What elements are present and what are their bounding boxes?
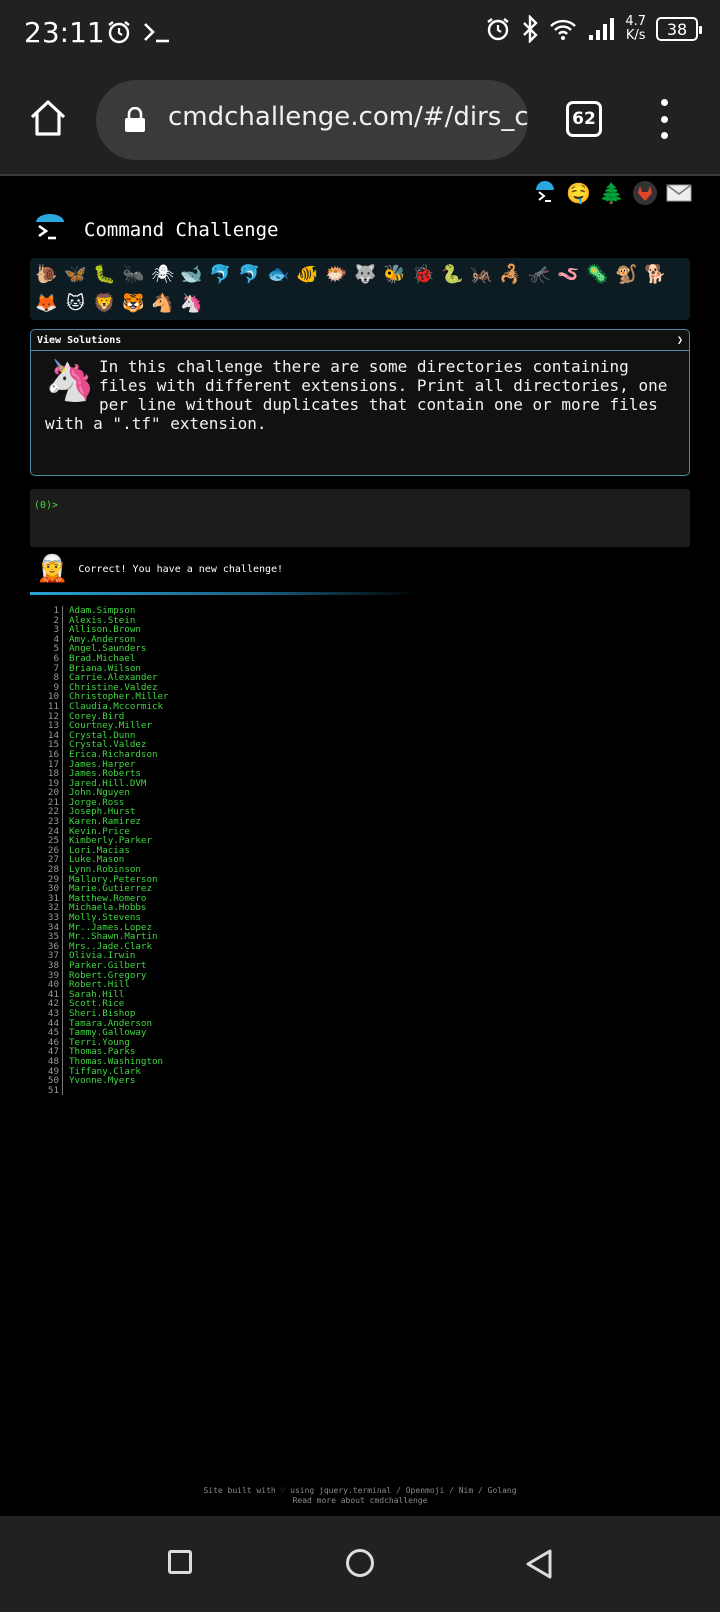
challenge-badge[interactable]: 🦠 xyxy=(585,261,610,288)
tab-count: 62 xyxy=(572,109,596,129)
terminal-icon xyxy=(144,23,169,43)
battery-level: 38 xyxy=(666,19,688,39)
challenge-badge[interactable]: 🦂 xyxy=(498,261,523,288)
signal-icon xyxy=(589,18,615,40)
mail-icon[interactable] xyxy=(666,183,692,203)
challenge-badge[interactable]: 🐱 xyxy=(63,290,88,317)
challenge-badge[interactable]: 🐬 xyxy=(237,261,262,288)
result-message: Correct! You have a new challenge! xyxy=(78,563,284,575)
home-nav-button[interactable] xyxy=(346,1549,374,1577)
challenge-badge[interactable]: 🐕 xyxy=(643,261,668,288)
challenge-badge[interactable]: 🐋 xyxy=(179,261,204,288)
challenge-badge[interactable]: 🦄 xyxy=(179,290,204,317)
back-button[interactable] xyxy=(524,1548,554,1580)
alarm-icon xyxy=(108,21,130,44)
gitlab-icon[interactable] xyxy=(632,180,658,206)
challenge-badge[interactable]: 🐝 xyxy=(382,261,407,288)
site-title: Command Challenge xyxy=(84,219,279,241)
challenge-description: 🦄 In this challenge there are some direc… xyxy=(31,351,689,433)
alarm-icon xyxy=(487,18,510,41)
challenge-badge[interactable]: 🦋 xyxy=(63,261,88,288)
result-divider xyxy=(30,592,420,595)
drooling-face-icon[interactable]: 🤤 xyxy=(566,180,591,206)
challenge-badge[interactable]: 🕷 xyxy=(150,261,175,288)
line-number: 51 xyxy=(46,1086,63,1096)
challenge-badge[interactable]: 🐒 xyxy=(614,261,639,288)
output-line: 51 xyxy=(46,1086,169,1096)
system-nav-bar xyxy=(0,1516,720,1612)
challenge-badge[interactable]: 🦁 xyxy=(92,290,117,317)
status-time: 23:11 xyxy=(24,16,105,49)
output-text: Yvonne.Myers xyxy=(69,1075,136,1087)
tree-icon[interactable]: 🌲 xyxy=(599,180,624,206)
challenge-text: In this challenge there are some directo… xyxy=(45,357,668,433)
browser-menu-button[interactable] xyxy=(654,99,674,139)
status-right-icons: 4.7 K/s 38 xyxy=(485,15,702,43)
footer-credits: Site built with ♡ using jquery.terminal … xyxy=(203,1486,517,1495)
status-left-icons xyxy=(106,19,172,45)
challenge-badge[interactable]: 🐴 xyxy=(150,290,175,317)
url-text: cmdchallenge.com/#/dirs_co xyxy=(168,102,528,132)
battery-indicator: 38 xyxy=(656,17,702,41)
page-content: 🤤 🌲 Command Challenge 🐌 🦋 🐛 🐜 🕷 🐋 🐬 🐬 🐟 🐠 🐡 🐺 🐝 🐞 🐍 🦗 🦂 🦟… xyxy=(0,178,720,1516)
terminal-icon[interactable] xyxy=(532,180,558,206)
command-output: 1 Adam.Simpson 2 Alexis.Stein 3 Allison.Brown… xyxy=(46,606,169,1096)
home-button[interactable] xyxy=(28,98,68,138)
challenge-badge[interactable]: 🪱 xyxy=(556,261,581,288)
challenge-badge[interactable]: 🐠 xyxy=(295,261,320,288)
wifi-icon xyxy=(550,19,577,40)
command-logo-icon xyxy=(36,214,64,240)
challenge-badge[interactable]: 🐟 xyxy=(266,261,291,288)
challenge-badge[interactable]: 🐜 xyxy=(121,261,146,288)
challenge-badge[interactable]: 🐍 xyxy=(440,261,465,288)
status-bar: 23:11 4.7 K/s 38 xyxy=(0,0,720,66)
chevron-right-icon: ❯ xyxy=(676,334,683,346)
network-speed: 4.7 K/s xyxy=(625,15,646,43)
view-solutions-label: View Solutions xyxy=(37,334,122,346)
footer-read-more-link[interactable]: Read more about cmdchallenge xyxy=(0,1496,720,1506)
terminal-prompt: (0)> xyxy=(34,500,59,511)
header-links: 🤤 🌲 xyxy=(532,180,692,206)
output-line: 50 Yvonne.Myers xyxy=(46,1076,169,1086)
tab-switcher-button[interactable]: 62 xyxy=(566,101,602,137)
challenge-badge[interactable]: 🐛 xyxy=(92,261,117,288)
challenge-panel: View Solutions ❯ 🦄 In this challenge the… xyxy=(30,329,690,476)
challenge-badge[interactable]: 🐞 xyxy=(411,261,436,288)
recents-button[interactable] xyxy=(168,1550,192,1574)
view-solutions-header[interactable]: View Solutions ❯ xyxy=(31,330,689,351)
bluetooth-icon xyxy=(523,15,539,43)
challenge-badge[interactable]: 🐺 xyxy=(353,261,378,288)
footer: Site built with ♡ using jquery.terminal … xyxy=(0,1486,720,1506)
address-bar[interactable]: cmdchallenge.com/#/dirs_co xyxy=(96,80,528,160)
challenge-badge[interactable]: 🦗 xyxy=(469,261,494,288)
browser-toolbar: cmdchallenge.com/#/dirs_co 62 xyxy=(0,66,720,176)
challenge-badge[interactable]: 🐯 xyxy=(121,290,146,317)
person-icon: 🧝 xyxy=(36,554,69,584)
unicorn-icon: 🦄 xyxy=(45,358,95,404)
challenge-badge[interactable]: 🐡 xyxy=(324,261,349,288)
challenge-badges: 🐌 🦋 🐛 🐜 🕷 🐋 🐬 🐬 🐟 🐠 🐡 🐺 🐝 🐞 🐍 🦗 🦂 🦟 🪱 🦠 🐒 🐕 🦊 🐱 🦁 🐯 🐴 🦄 xyxy=(30,258,690,320)
challenge-badge[interactable]: 🐌 xyxy=(34,261,59,288)
result-banner: 🧝 Correct! You have a new challenge! xyxy=(36,554,283,584)
challenge-badge[interactable]: 🦟 xyxy=(527,261,552,288)
challenge-badge[interactable]: 🐬 xyxy=(208,261,233,288)
site-brand[interactable]: Command Challenge xyxy=(34,214,278,246)
network-speed-unit: K/s xyxy=(625,28,646,43)
network-speed-value: 4.7 xyxy=(625,14,646,29)
challenge-badge[interactable]: 🦊 xyxy=(34,290,59,317)
terminal-input[interactable]: (0)> xyxy=(30,489,690,547)
lock-icon xyxy=(125,107,145,132)
